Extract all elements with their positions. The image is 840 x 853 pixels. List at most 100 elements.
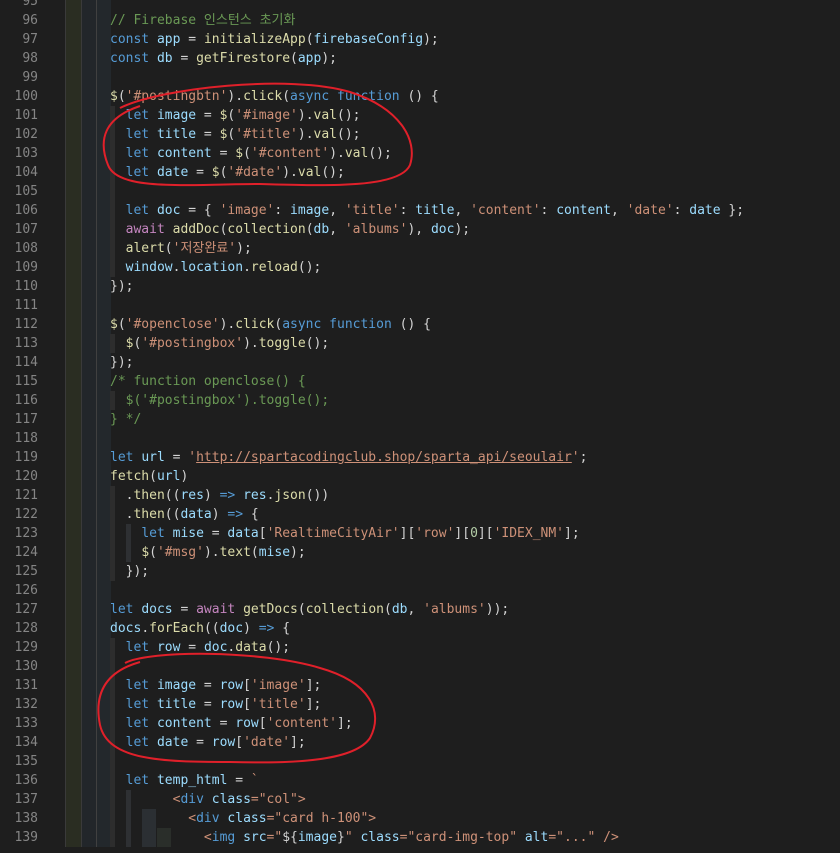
indent-guides <box>65 828 111 847</box>
code-line[interactable]: 104 let date = $('#date').val(); <box>0 163 840 182</box>
code-line[interactable]: 136 let temp_html = ` <box>0 771 840 790</box>
code-line[interactable]: 116 $('#postingbox').toggle(); <box>0 391 840 410</box>
code-line[interactable]: 115 /* function openclose() { <box>0 372 840 391</box>
code-line[interactable]: 100 $('#postingbtn').click(async function… <box>0 87 840 106</box>
code-line[interactable]: 110}); <box>0 277 840 296</box>
code-line[interactable]: 103 let content = $('#content').val(); <box>0 144 840 163</box>
code-line[interactable]: 128 docs.forEach((doc) => { <box>0 619 840 638</box>
code-line[interactable]: 123 let mise = data['RealtimeCityAir']['… <box>0 524 840 543</box>
indent-guides <box>65 752 111 771</box>
line-number: 106 <box>14 203 38 218</box>
code-token: row <box>235 716 259 731</box>
code-line[interactable]: 124 $('#msg').text(mise); <box>0 543 840 562</box>
code-token: = <box>203 526 228 541</box>
code-line[interactable]: 121 .then((res) => res.json()) <box>0 486 840 505</box>
code-line[interactable]: 98 const db = getFirestore(app); <box>0 49 840 68</box>
code-token: ). <box>243 336 259 351</box>
code-line[interactable]: 130 <box>0 657 840 676</box>
code-token: ()) <box>305 488 330 503</box>
code-line[interactable]: 106 let doc = { 'image': image, 'title':… <box>0 201 840 220</box>
code-token: firebaseConfig <box>313 32 424 47</box>
code-line[interactable]: 97 const app = initializeApp(firebaseConf… <box>0 30 840 49</box>
code-line[interactable]: 137 <div class="col"> <box>0 790 840 809</box>
code-token: ). <box>282 165 298 180</box>
indent-guides <box>65 676 111 695</box>
code-line[interactable]: 113 $('#postingbox').toggle(); <box>0 334 840 353</box>
code-line[interactable]: 105 <box>0 182 840 201</box>
line-number: 127 <box>14 602 38 617</box>
code-token: 'title' <box>344 203 400 218</box>
code-token: class <box>360 830 400 845</box>
code-token: ( <box>164 241 173 256</box>
code-line[interactable]: 114}); <box>0 353 840 372</box>
code-line[interactable]: 125 }); <box>0 562 840 581</box>
code-token: ]; <box>305 697 322 712</box>
code-token: (); <box>337 127 361 142</box>
code-line[interactable]: 129 let row = doc.data(); <box>0 638 840 657</box>
code-token: mise <box>172 526 204 541</box>
code-line[interactable]: 117} */ <box>0 410 840 429</box>
code-token: 'image' <box>219 203 275 218</box>
code-token: < <box>188 811 197 826</box>
code-token: () { <box>391 317 431 332</box>
code-token: ) <box>211 507 228 522</box>
code-line[interactable]: 134 let date = row['date']; <box>0 733 840 752</box>
code-editor[interactable]: 95 96 // Firebase 인스턴스 초기화 97 const app = in… <box>0 0 840 847</box>
line-number: 133 <box>14 716 38 731</box>
code-text: let image = row['image']; <box>110 676 322 695</box>
code-line[interactable]: 96 // Firebase 인스턴스 초기화 <box>0 11 840 30</box>
code-token: : <box>399 203 416 218</box>
code-line[interactable]: 126 <box>0 581 840 600</box>
code-token: 'content' <box>470 203 541 218</box>
indent-guides <box>65 543 111 562</box>
code-token: data <box>180 507 212 522</box>
code-token: row <box>219 678 244 693</box>
code-token: date <box>156 165 189 180</box>
code-line[interactable]: 127 let docs = await getDocs(collection(d… <box>0 600 840 619</box>
code-token: (); <box>305 336 330 351</box>
code-line[interactable]: 95 <box>0 0 840 11</box>
code-line[interactable]: 135 <box>0 752 840 771</box>
code-line[interactable]: 109 window.location.reload(); <box>0 258 840 277</box>
code-text: window.location.reload(); <box>110 258 322 277</box>
code-line[interactable]: 112 $('#openclose').click(async function … <box>0 315 840 334</box>
code-text: docs.forEach((doc) => { <box>110 619 290 638</box>
code-line[interactable]: 132 let title = row['title']; <box>0 695 840 714</box>
code-token: ). <box>219 317 236 332</box>
code-line[interactable]: 122 .then((data) => { <box>0 505 840 524</box>
line-number: 121 <box>14 488 38 503</box>
code-token: 0 <box>470 526 478 541</box>
code-line[interactable]: 102 let title = $('#title').val(); <box>0 125 840 144</box>
code-line[interactable]: 111 <box>0 296 840 315</box>
code-token: 'content' <box>266 716 338 731</box>
code-line[interactable]: 107 await addDoc(collection(db, 'albums'… <box>0 220 840 239</box>
code-line[interactable]: 133 let content = row['content']; <box>0 714 840 733</box>
code-line[interactable]: 108 alert('저장완료'); <box>0 239 840 258</box>
code-token: res <box>180 488 204 503</box>
code-text: let temp_html = ` <box>110 771 259 790</box>
code-token: (( <box>203 621 220 636</box>
code-token: div <box>196 811 220 826</box>
code-token: let <box>125 735 150 750</box>
code-token: ="col"> <box>250 792 306 807</box>
code-line[interactable]: 138 <div class="card h-100"> <box>0 809 840 828</box>
code-line[interactable]: 101 let image = $('#image').val(); <box>0 106 840 125</box>
code-token: ( <box>282 89 291 104</box>
code-line[interactable]: 139 <img src="${image}" class="card-img-… <box>0 828 840 847</box>
indent-guides <box>65 239 111 258</box>
code-line[interactable]: 119 let url = 'http://spartacodingclub.sh… <box>0 448 840 467</box>
code-line[interactable]: 99 <box>0 68 840 87</box>
code-line[interactable]: 120 fetch(url) <box>0 467 840 486</box>
code-token: ( <box>149 545 157 560</box>
code-line[interactable]: 118 <box>0 429 840 448</box>
indent-guides <box>65 790 111 809</box>
code-token: content <box>156 146 212 161</box>
code-token: (); <box>266 640 291 655</box>
code-line[interactable]: 131 let image = row['image']; <box>0 676 840 695</box>
